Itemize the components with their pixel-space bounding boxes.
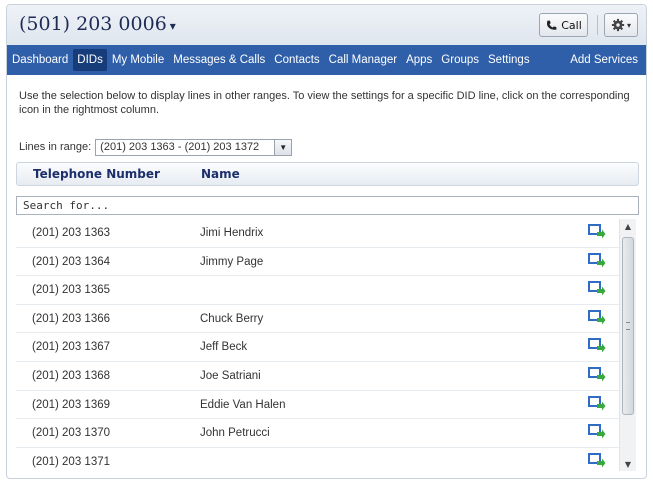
row-name: Jeff Beck [200, 341, 248, 354]
phone-number-selector[interactable]: (501) 203 0006 ▾ [19, 13, 176, 35]
line-settings-icon[interactable] [588, 366, 606, 383]
row-telephone-number: (201) 203 1364 [32, 255, 111, 268]
main-nav: Dashboard DIDs My Mobile Messages & Call… [7, 45, 646, 75]
instructions-text: Use the selection below to display lines… [19, 90, 630, 116]
nav-settings[interactable]: Settings [484, 49, 534, 71]
row-name: Joe Satriani [200, 369, 261, 382]
call-button[interactable]: Call [539, 13, 588, 37]
nav-my-mobile[interactable]: My Mobile [108, 49, 168, 71]
nav-apps[interactable]: Apps [402, 49, 436, 71]
list-scrollbar[interactable]: ▲ ▼ [619, 219, 636, 471]
nav-groups[interactable]: Groups [437, 49, 483, 71]
line-settings-icon[interactable] [588, 309, 606, 326]
row-telephone-number: (201) 203 1368 [32, 369, 111, 382]
line-settings-icon[interactable] [588, 338, 606, 354]
toolbar-divider [597, 15, 598, 35]
call-button-label: Call [561, 18, 582, 32]
app-window: (501) 203 0006 ▾ Call ▾ Dashboard DIDs M… [6, 4, 647, 479]
range-select-value: (201) 203 1363 - (201) 203 1372 [100, 141, 260, 153]
row-name: Eddie Van Halen [200, 398, 286, 411]
row-name: Chuck Berry [200, 312, 264, 325]
row-telephone-number: (201) 203 1371 [32, 455, 111, 468]
gear-icon [611, 18, 625, 32]
nav-contacts[interactable]: Contacts [270, 49, 323, 71]
table-row: (201) 203 1368 Joe Satriani [16, 362, 619, 391]
range-select[interactable]: (201) 203 1363 - (201) 203 1372 ▼ [95, 138, 293, 156]
header-bar: (501) 203 0006 ▾ Call ▾ [7, 5, 646, 46]
range-label: Lines in range: [19, 141, 92, 153]
scrollbar-thumb[interactable] [622, 237, 634, 415]
nav-dashboard[interactable]: Dashboard [8, 49, 72, 71]
row-telephone-number: (201) 203 1369 [32, 398, 111, 411]
row-telephone-number: (201) 203 1365 [32, 284, 111, 297]
row-telephone-number: (201) 203 1367 [32, 341, 111, 354]
table-header: Telephone Number Name [16, 162, 639, 186]
line-settings-icon[interactable] [588, 252, 606, 269]
nav-messages-calls[interactable]: Messages & Calls [169, 49, 269, 71]
phone-icon [547, 20, 557, 30]
row-name: Jimi Hendrix [200, 227, 264, 239]
did-lines-list: (201) 203 1363 Jimi Hendrix (201) 203 13… [16, 219, 619, 475]
chevron-down-icon: ▾ [169, 19, 176, 33]
line-settings-icon[interactable] [588, 424, 606, 440]
table-row: (201) 203 1371 [16, 448, 619, 475]
dropdown-arrow-icon[interactable]: ▼ [274, 139, 292, 155]
nav-add-services[interactable]: Add Services [566, 49, 642, 71]
table-row: (201) 203 1366 Chuck Berry [16, 305, 619, 334]
row-name: Jimmy Page [200, 255, 264, 268]
nav-dids[interactable]: DIDs [73, 49, 107, 71]
table-row: (201) 203 1369 Eddie Van Halen [16, 391, 619, 420]
table-row: (201) 203 1365 [16, 276, 619, 305]
table-row: (201) 203 1363 Jimi Hendrix [16, 219, 619, 248]
line-settings-icon[interactable] [588, 452, 606, 469]
row-telephone-number: (201) 203 1366 [32, 312, 111, 325]
column-header-name[interactable]: Name [201, 167, 240, 181]
scroll-down-icon[interactable]: ▼ [620, 457, 636, 471]
nav-call-manager[interactable]: Call Manager [325, 49, 401, 71]
chevron-down-icon: ▾ [626, 20, 631, 30]
search-placeholder: Search for... [23, 199, 110, 212]
line-settings-icon[interactable] [588, 224, 606, 240]
scroll-up-icon[interactable]: ▲ [620, 219, 636, 233]
table-row: (201) 203 1370 John Petrucci [16, 419, 619, 448]
column-header-telephone-number[interactable]: Telephone Number [33, 167, 160, 181]
row-telephone-number: (201) 203 1363 [32, 227, 111, 239]
row-telephone-number: (201) 203 1370 [32, 427, 111, 440]
table-row: (201) 203 1364 Jimmy Page [16, 248, 619, 277]
settings-menu-button[interactable]: ▾ [604, 13, 638, 37]
grip-icon [626, 322, 630, 330]
phone-number-label: (501) 203 0006 [19, 13, 167, 35]
search-input[interactable]: Search for... [16, 196, 639, 215]
line-settings-icon[interactable] [588, 281, 606, 297]
range-selector-row: Lines in range: (201) 203 1363 - (201) 2… [19, 138, 293, 156]
row-name: John Petrucci [200, 427, 270, 440]
line-settings-icon[interactable] [588, 395, 606, 412]
table-row: (201) 203 1367 Jeff Beck [16, 333, 619, 362]
